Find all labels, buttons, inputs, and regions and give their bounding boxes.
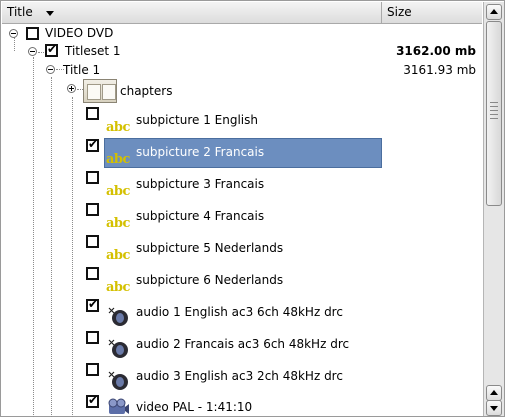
speaker-icon xyxy=(108,371,128,390)
subtitle-abc-icon: abc xyxy=(106,184,130,199)
scroll-up-button[interactable] xyxy=(486,4,502,20)
tree-label-item: video PAL - 1:41:10 xyxy=(136,400,253,414)
tree-row-subpicture-3[interactable]: abc subpicture 3 Francais xyxy=(2,171,482,203)
scroll-down-button[interactable] xyxy=(486,400,502,416)
arrow-up-icon xyxy=(490,390,498,395)
titleset-size: 3162.00 mb xyxy=(396,44,476,58)
tree-label-item: audio 2 Francais ac3 6ch 48kHz drc xyxy=(136,337,350,351)
tree-label-chapters: chapters xyxy=(120,84,173,98)
tree-label-root: VIDEO DVD xyxy=(45,26,114,40)
item-checkbox[interactable] xyxy=(86,297,99,312)
tree-row-video[interactable]: video PAL - 1:41:10 xyxy=(2,393,482,417)
subtitle-abc-icon: abc xyxy=(106,248,130,263)
column-header-title[interactable]: Title xyxy=(2,2,382,23)
item-checkbox[interactable] xyxy=(86,203,99,216)
tree-row-chapters[interactable]: chapters xyxy=(2,79,482,107)
sort-descending-icon xyxy=(46,11,54,16)
vertical-scrollbar[interactable] xyxy=(483,2,504,416)
book-icon xyxy=(83,79,117,103)
subtitle-abc-icon: abc xyxy=(106,120,130,135)
tree-label-item: subpicture 1 English xyxy=(136,113,258,127)
tree-row-subpicture-6[interactable]: abc subpicture 6 Nederlands xyxy=(2,267,482,299)
collapse-icon[interactable] xyxy=(9,29,18,38)
title-size: 3161.93 mb xyxy=(403,63,476,77)
subtitle-abc-icon: abc xyxy=(106,280,130,295)
column-title-label: Title xyxy=(7,5,33,19)
item-checkbox[interactable] xyxy=(86,267,99,280)
speaker-icon xyxy=(108,307,128,326)
collapse-icon[interactable] xyxy=(46,65,55,74)
tree-label-item: subpicture 5 Nederlands xyxy=(136,241,284,255)
tree-label-item: subpicture 6 Nederlands xyxy=(136,273,284,287)
item-checkbox[interactable] xyxy=(86,171,99,184)
tree-row-subpicture-4[interactable]: abc subpicture 4 Francais xyxy=(2,203,482,235)
tree-row-titleset[interactable]: Titleset 1 3162.00 mb xyxy=(2,41,482,61)
tree-row-audio-1[interactable]: audio 1 English ac3 6ch 48kHz drc xyxy=(2,297,482,331)
tree-label-item: audio 1 English ac3 6ch 48kHz drc xyxy=(136,305,343,319)
tree-view: Title Size VIDEO DVD Titleset 1 3162.00 … xyxy=(0,0,505,417)
arrow-down-icon xyxy=(490,406,498,411)
expand-icon[interactable] xyxy=(67,84,76,93)
item-checkbox[interactable] xyxy=(86,107,99,120)
tree-row-audio-3[interactable]: audio 3 English ac3 2ch 48kHz drc xyxy=(2,363,482,395)
item-checkbox[interactable] xyxy=(86,393,99,408)
item-checkbox[interactable] xyxy=(86,363,99,376)
tree-label-item: subpicture 2 Francais xyxy=(136,145,265,159)
titleset-checkbox[interactable] xyxy=(45,42,58,57)
column-header: Title Size xyxy=(2,2,482,24)
item-checkbox[interactable] xyxy=(86,331,99,344)
tree-label-item: audio 3 English ac3 2ch 48kHz drc xyxy=(136,369,343,383)
column-size-label: Size xyxy=(387,5,412,19)
subtitle-abc-icon: abc xyxy=(106,152,130,167)
tree-row-subpicture-5[interactable]: abc subpicture 5 Nederlands xyxy=(2,235,482,267)
speaker-icon xyxy=(108,339,128,358)
tree-row-subpicture-1[interactable]: abc subpicture 1 English xyxy=(2,107,482,139)
subtitle-abc-icon: abc xyxy=(106,216,130,231)
tree-row-subpicture-2[interactable]: abc abc subpicture 2 Francais xyxy=(2,137,482,171)
scrollbar-thumb[interactable] xyxy=(486,21,502,206)
item-checkbox[interactable] xyxy=(86,137,99,152)
tree-label-title: Title 1 xyxy=(63,63,101,77)
scroll-up-button-lower[interactable] xyxy=(486,385,502,401)
tree-row-title[interactable]: Title 1 3161.93 mb xyxy=(2,60,482,80)
tree-label-item: subpicture 4 Francais xyxy=(136,209,265,223)
root-checkbox[interactable] xyxy=(26,27,39,40)
tree-body: VIDEO DVD Titleset 1 3162.00 mb Title 1 … xyxy=(2,25,482,417)
tree-label-titleset: Titleset 1 xyxy=(65,44,121,58)
column-header-size[interactable]: Size xyxy=(382,2,482,23)
tree-label-item: subpicture 3 Francais xyxy=(136,177,265,191)
item-checkbox[interactable] xyxy=(86,235,99,248)
film-reel-icon xyxy=(108,398,129,414)
arrow-up-icon xyxy=(490,9,498,14)
tree-row-audio-2[interactable]: audio 2 Francais ac3 6ch 48kHz drc xyxy=(2,331,482,363)
collapse-icon[interactable] xyxy=(28,47,37,56)
